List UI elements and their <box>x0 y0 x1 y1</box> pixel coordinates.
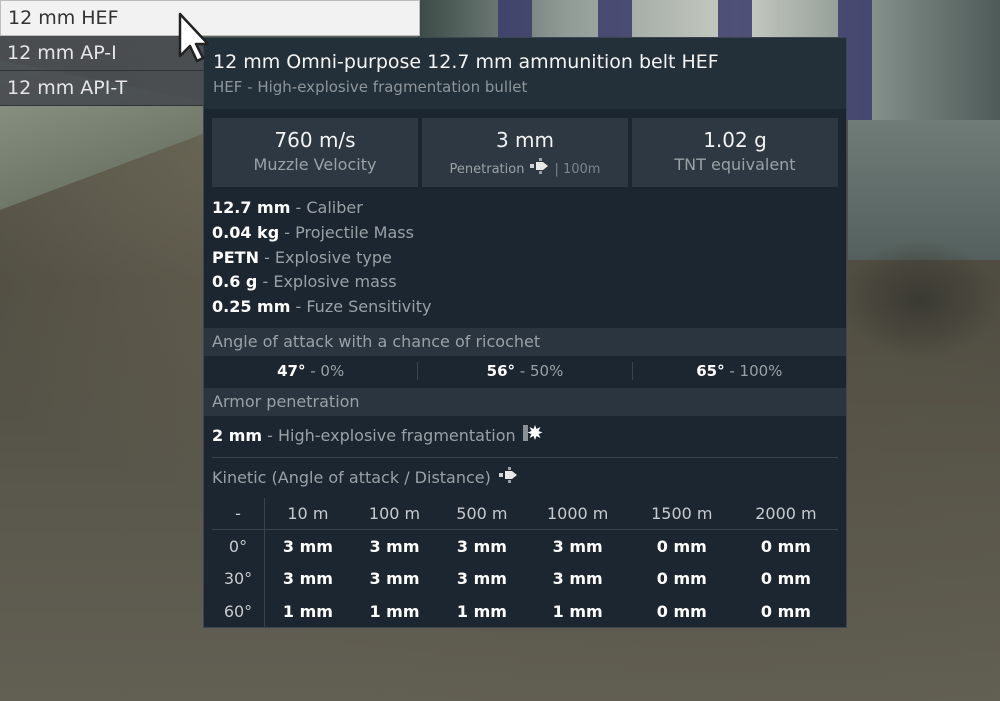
property-caliber: 12.7 mm - Caliber <box>212 198 363 217</box>
table-cell: 3 mm <box>369 569 420 589</box>
table-cell: 0 mm <box>760 569 811 589</box>
armor-divider <box>212 457 838 458</box>
penetration-value: 3 mm <box>495 128 555 152</box>
ricochet-cell: 65° - 100% <box>696 362 783 380</box>
table-cell: 1 mm <box>369 601 420 621</box>
kinetic-title: Kinetic (Angle of attack / Distance) <box>212 463 519 491</box>
stats-row: 760 m/s Muzzle Velocity 3 mm Penetration… <box>212 118 838 187</box>
table-header-cell: 10 m <box>264 498 351 530</box>
table-header-row: - 10 m 100 m 500 m 1000 m 1500 m 2000 m <box>212 498 838 530</box>
tnt-equivalent-label: TNT equivalent <box>674 155 796 174</box>
table-header-cell: 1500 m <box>629 498 734 530</box>
tooltip-header: 12 mm Omni-purpose 12.7 mm ammunition be… <box>204 38 846 109</box>
property-explosive-type: PETN - Explosive type <box>212 247 392 267</box>
bullet-icon <box>528 158 550 181</box>
penetration-range: | 100m <box>554 161 601 177</box>
penetration-stat: 3 mm Penetration | 100m <box>422 118 628 187</box>
ground-shadow <box>840 240 1000 360</box>
ricochet-row: 47° - 0% 56° - 50% 65° - 100% <box>204 357 846 386</box>
tnt-equivalent-stat: 1.02 g TNT equivalent <box>632 118 838 187</box>
property-explosive-mass: 0.6 g - Explosive mass <box>212 272 397 292</box>
table-cell: 3 mm <box>282 536 333 556</box>
kinetic-penetration-table: - 10 m 100 m 500 m 1000 m 1500 m 2000 m … <box>212 498 838 628</box>
aircraft-tail-background <box>848 120 1000 260</box>
table-cell: 3 mm <box>369 536 420 556</box>
table-cell: 3 mm <box>552 569 603 589</box>
bullet-icon <box>497 467 519 487</box>
he-penetration-line: 2 mm - High-explosive fragmentation <box>212 423 544 447</box>
table-cell: 3 mm <box>552 536 603 556</box>
muzzle-velocity-label: Muzzle Velocity <box>253 155 377 174</box>
table-row-header: 30° <box>212 562 265 595</box>
penetration-label: Penetration <box>449 161 525 177</box>
table-header-cell: 100 m <box>350 498 439 530</box>
explosion-icon <box>522 423 544 447</box>
table-row-header: 0° <box>212 529 265 563</box>
tnt-equivalent-value: 1.02 g <box>703 128 767 152</box>
property-projectile-mass: 0.04 kg - Projectile Mass <box>212 222 414 242</box>
table-cell: 1 mm <box>282 601 333 621</box>
table-cell: 1 mm <box>552 601 603 621</box>
tooltip-subtitle: HEF - High-explosive fragmentation bulle… <box>213 78 528 96</box>
table-header-cell: 500 m <box>438 498 526 530</box>
table-row-header: 60° <box>212 595 265 628</box>
table-cell: 0 mm <box>656 536 707 556</box>
ammo-item-api-t[interactable]: 12 mm API-T <box>0 71 203 106</box>
table-header-cell: - <box>212 498 265 530</box>
table-row: 30° 3 mm 3 mm 3 mm 3 mm 0 mm 0 mm <box>212 562 838 595</box>
ricochet-cell: 47° - 0% <box>204 362 419 380</box>
table-cell: 0 mm <box>760 601 811 621</box>
ammo-item-hef[interactable]: 12 mm HEF <box>0 0 420 36</box>
properties-list: 12.7 mm - Caliber 0.04 kg - Projectile M… <box>212 196 431 320</box>
muzzle-velocity-stat: 760 m/s Muzzle Velocity <box>212 118 418 187</box>
table-cell: 1 mm <box>456 601 507 621</box>
table-row: 0° 3 mm 3 mm 3 mm 3 mm 0 mm 0 mm <box>212 529 838 563</box>
ammo-tooltip: 12 mm Omni-purpose 12.7 mm ammunition be… <box>203 37 847 628</box>
muzzle-velocity-value: 760 m/s <box>274 128 356 152</box>
ricochet-section-title: Angle of attack with a chance of ricoche… <box>204 328 846 356</box>
penetration-label-row: Penetration | 100m <box>422 158 628 181</box>
table-cell: 0 mm <box>656 601 707 621</box>
property-fuze-sensitivity: 0.25 mm - Fuze Sensitivity <box>212 297 432 317</box>
table-cell: 3 mm <box>456 536 507 556</box>
table-header-cell: 2000 m <box>733 498 838 530</box>
table-row: 60° 1 mm 1 mm 1 mm 1 mm 0 mm 0 mm <box>212 595 838 628</box>
table-cell: 3 mm <box>282 569 333 589</box>
table-cell: 0 mm <box>760 536 811 556</box>
armor-section-title: Armor penetration <box>204 388 846 416</box>
table-header-cell: 1000 m <box>525 498 630 530</box>
ricochet-cell: 56° - 50% <box>418 362 633 380</box>
table-cell: 0 mm <box>656 569 707 589</box>
ammo-item-ap-i[interactable]: 12 mm AP-I <box>0 36 203 71</box>
tooltip-title: 12 mm Omni-purpose 12.7 mm ammunition be… <box>213 51 719 73</box>
table-cell: 3 mm <box>456 569 507 589</box>
arrow-cursor-icon <box>176 12 210 64</box>
